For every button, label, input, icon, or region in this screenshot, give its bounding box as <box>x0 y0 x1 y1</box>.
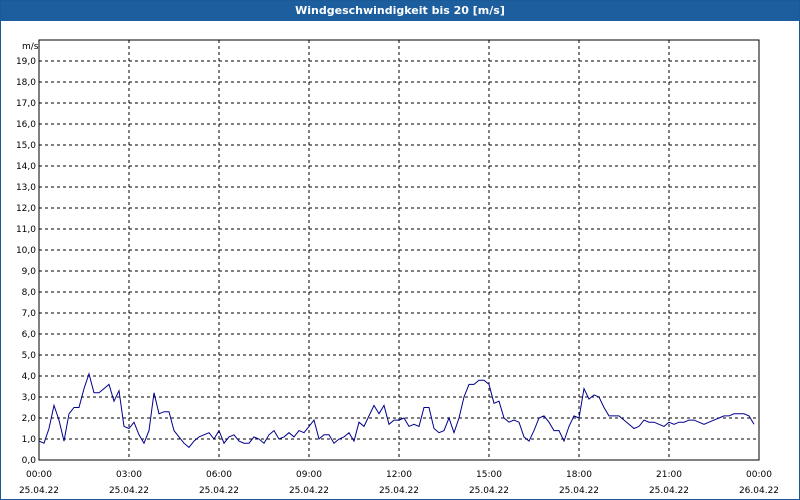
x-ticks: 00:00 25.04.22 03:00 25.04.22 06:00 25.04.22 0… <box>19 470 779 496</box>
y-tick-label: 15,0 <box>16 141 36 151</box>
x-tick-date: 25.04.22 <box>289 486 329 496</box>
y-tick-label: 10,0 <box>16 246 36 256</box>
x-tick-time: 12:00 <box>386 470 412 480</box>
x-tick-time: 15:00 <box>476 470 502 480</box>
y-tick-label: 13,0 <box>16 183 36 193</box>
y-tick-label: 8,0 <box>22 288 37 298</box>
y-tick-label: 19,0 <box>16 57 36 67</box>
x-tick-time: 21:00 <box>656 470 682 480</box>
x-tick-date: 26.04.22 <box>739 486 779 496</box>
x-tick-date: 25.04.22 <box>199 486 239 496</box>
y-tick-label: 0,0 <box>22 456 37 466</box>
y-tick-label: 9,0 <box>22 267 37 277</box>
x-tick-date: 25.04.22 <box>649 486 689 496</box>
x-tick-time: 00:00 <box>746 470 772 480</box>
x-tick-date: 25.04.22 <box>109 486 149 496</box>
x-tick-date: 25.04.22 <box>559 486 599 496</box>
y-tick-label: 4,0 <box>22 372 37 382</box>
x-tick-time: 03:00 <box>116 470 142 480</box>
y-tick-label: 12,0 <box>16 204 36 214</box>
y-tick-label: 16,0 <box>16 120 36 130</box>
y-tick-label: 6,0 <box>22 330 37 340</box>
y-tick-label: 11,0 <box>16 225 36 235</box>
y-ticks: 0,0 1,0 2,0 3,0 4,0 5,0 6,0 7,0 8,0 9,0 10,0 11,0 12… <box>16 57 36 466</box>
y-tick-label: 7,0 <box>22 309 37 319</box>
x-tick-time: 18:00 <box>566 470 592 480</box>
y-tick-label: 5,0 <box>22 351 37 361</box>
y-tick-label: 18,0 <box>16 78 36 88</box>
x-tick-date: 25.04.22 <box>469 486 509 496</box>
x-tick-date: 25.04.22 <box>19 486 59 496</box>
y-axis-label: m/s <box>22 42 39 52</box>
y-tick-label: 14,0 <box>16 162 36 172</box>
x-tick-time: 09:00 <box>296 470 322 480</box>
x-tick-date: 25.04.22 <box>379 486 419 496</box>
y-tick-label: 1,0 <box>22 435 37 445</box>
y-tick-label: 3,0 <box>22 393 37 403</box>
chart-svg: m/s 0,0 1,0 2,0 3,0 4,0 5,0 6,0 7,0 8,0 9,0 10,0 11… <box>16 39 779 496</box>
series-line <box>38 372 755 449</box>
x-tick-time: 00:00 <box>26 470 52 480</box>
y-tick-label: 17,0 <box>16 99 36 109</box>
x-tick-time: 06:00 <box>206 470 232 480</box>
y-tick-label: 2,0 <box>22 414 37 424</box>
chart-grid <box>39 40 759 460</box>
